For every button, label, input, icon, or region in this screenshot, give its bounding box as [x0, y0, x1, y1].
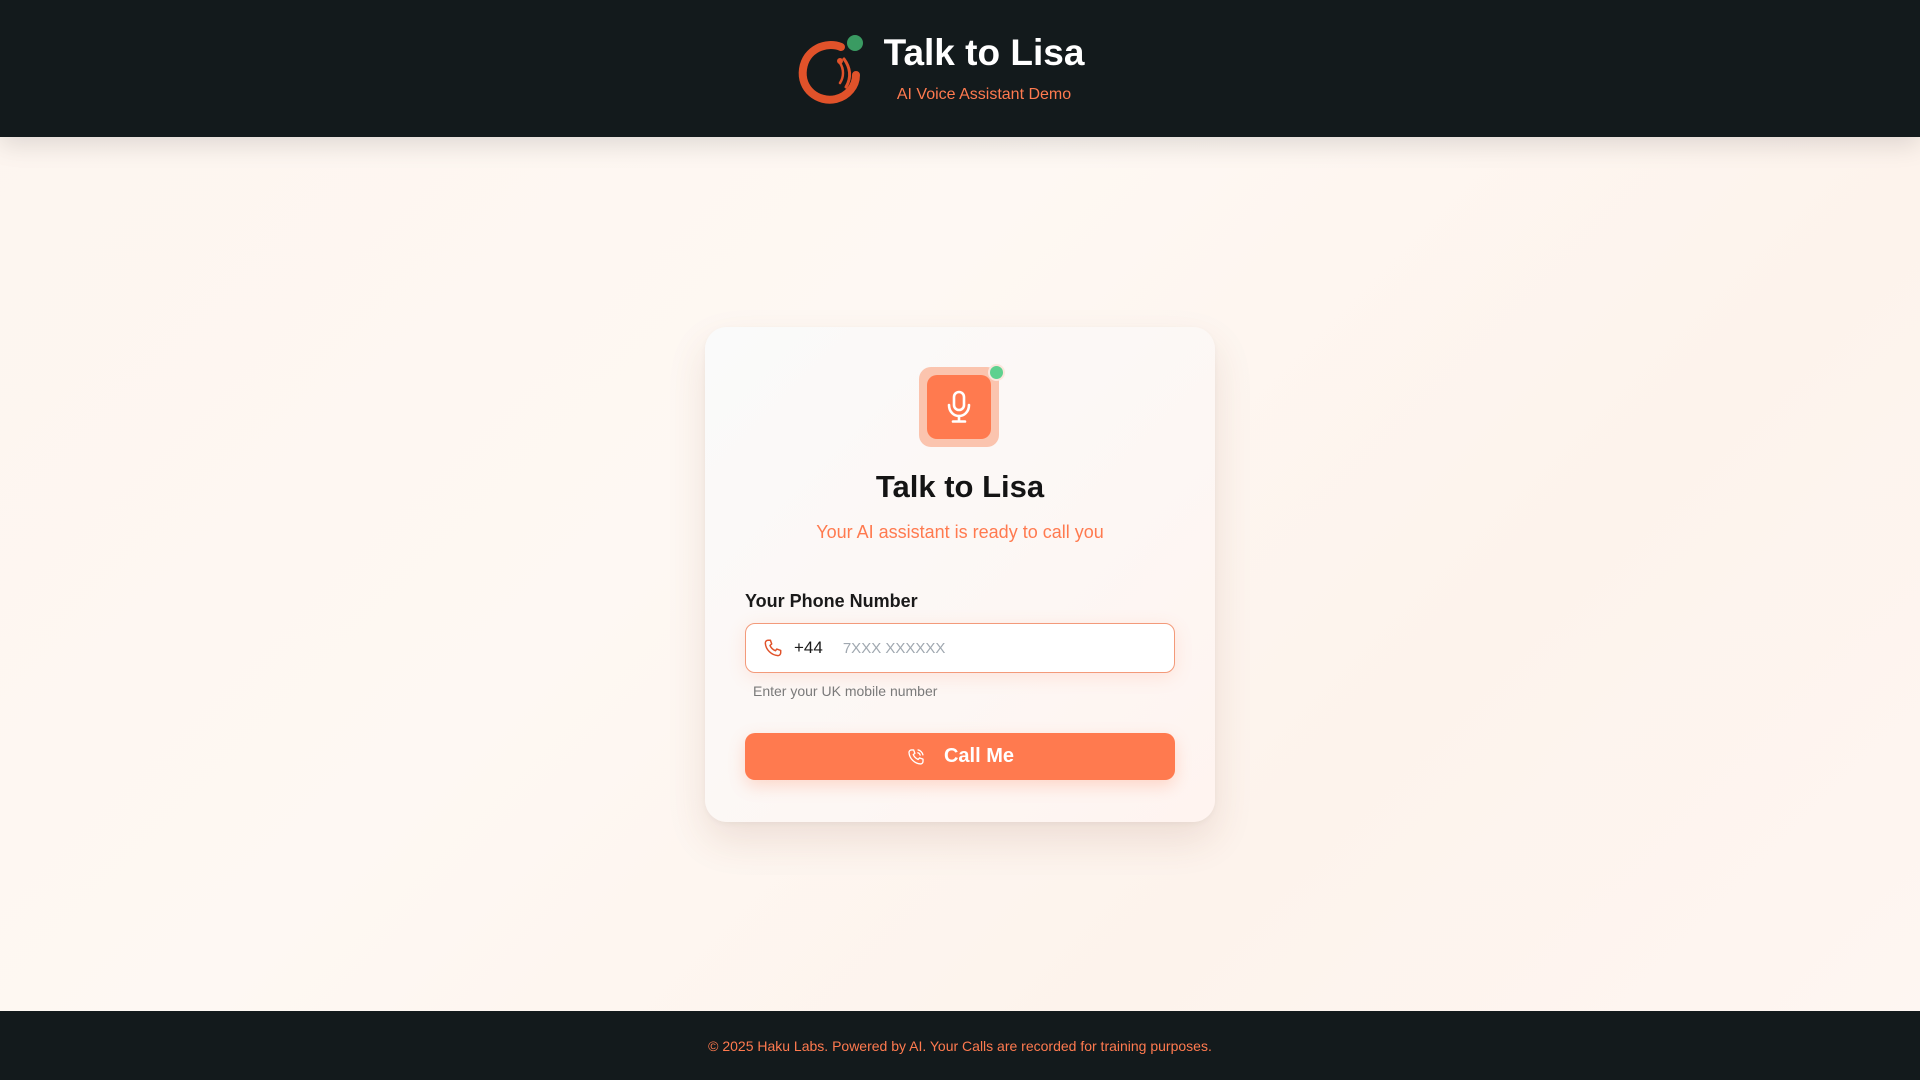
- header-subtitle: AI Voice Assistant Demo: [896, 85, 1072, 103]
- mic-badge: [919, 364, 1005, 447]
- online-status-dot: [988, 364, 1005, 381]
- call-me-label: Call Me: [943, 745, 1015, 767]
- top-header: Talk to Lisa AI Voice Assistant Demo: [0, 0, 1920, 137]
- card-subtitle: Your AI assistant is ready to call you: [816, 522, 1104, 542]
- country-code-prefix: +44: [794, 638, 823, 657]
- phone-label: Your Phone Number: [745, 591, 918, 611]
- call-me-button[interactable]: Call Me: [745, 733, 1175, 780]
- phone-hint: Enter your UK mobile number: [753, 683, 938, 699]
- brand: Talk to Lisa AI Voice Assistant Demo: [796, 32, 1085, 105]
- brand-text: Talk to Lisa AI Voice Assistant Demo: [883, 32, 1085, 104]
- call-card: Talk to Lisa Your AI assistant is ready …: [705, 327, 1215, 822]
- phone-input[interactable]: [842, 628, 1143, 668]
- header-title: Talk to Lisa: [883, 32, 1085, 74]
- microphone-icon: [944, 390, 974, 424]
- phone-field[interactable]: +44: [745, 623, 1175, 673]
- phone-icon: [762, 637, 784, 659]
- mic-tile: [927, 375, 991, 439]
- haku-logo-icon: [796, 33, 866, 105]
- page-footer: © 2025 Haku Labs. Powered by AI. Your Ca…: [0, 1011, 1920, 1080]
- footer-text: © 2025 Haku Labs. Powered by AI. Your Ca…: [708, 1037, 1212, 1054]
- phone-outgoing-icon: [906, 747, 926, 767]
- card-title: Talk to Lisa: [875, 469, 1045, 504]
